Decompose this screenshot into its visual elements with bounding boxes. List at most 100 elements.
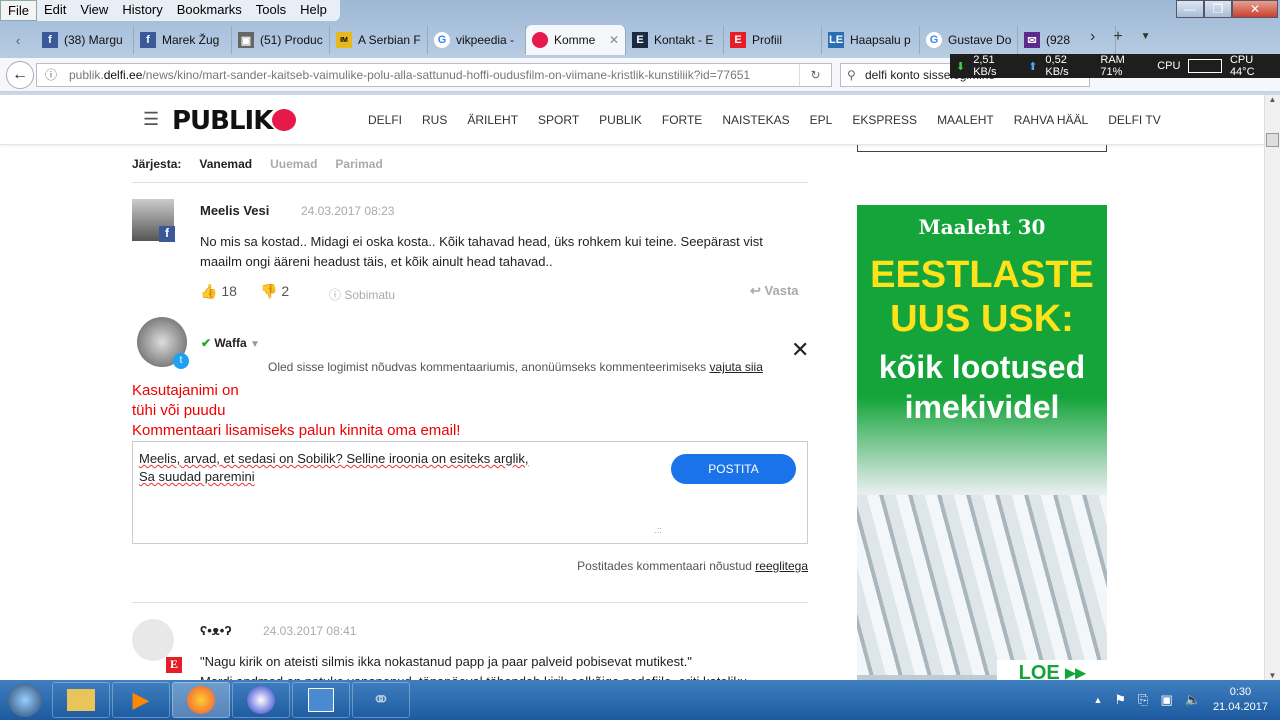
thumbs-up-icon: 👍 bbox=[200, 283, 218, 299]
tab-1[interactable]: f Marek Žug bbox=[134, 26, 232, 54]
nav-item[interactable]: DELFI TV bbox=[1108, 113, 1160, 127]
tab-4[interactable]: Gvikpeedia - bbox=[428, 26, 526, 54]
comment-line: Mardi andmed on natuke vananenud, tänapä… bbox=[200, 672, 747, 680]
dislike-button[interactable]: 👎 2 bbox=[260, 283, 289, 300]
start-button[interactable] bbox=[0, 680, 50, 720]
nav-item[interactable]: EKSPRESS bbox=[852, 113, 917, 127]
info-icon[interactable]: ⓘ bbox=[45, 64, 57, 86]
nav-item[interactable]: EPL bbox=[810, 113, 833, 127]
usb-icon[interactable]: ⎘ bbox=[1138, 692, 1148, 708]
menu-view[interactable]: View bbox=[73, 0, 115, 21]
publik-logo[interactable]: PUBLIK bbox=[172, 106, 297, 136]
upload-speed: 0,52 KB/s bbox=[1045, 54, 1069, 78]
menu-file[interactable]: File bbox=[0, 0, 37, 21]
reply-button[interactable]: ↩ Vasta bbox=[750, 283, 799, 299]
nav-item[interactable]: SPORT bbox=[538, 113, 579, 127]
web-page: ☰ PUBLIK DELFI RUS ÄRILEHT SPORT PUBLIK FORTE… bbox=[0, 95, 1264, 680]
nav-item[interactable]: FORTE bbox=[662, 113, 702, 127]
nav-item[interactable]: ÄRILEHT bbox=[467, 113, 518, 127]
new-tab-icon[interactable]: + bbox=[1113, 28, 1122, 46]
sort-oldest[interactable]: Vanemad bbox=[199, 157, 252, 171]
tab-7[interactable]: E Profiil bbox=[724, 26, 822, 54]
taskbar-media-player[interactable]: ▶ bbox=[112, 682, 170, 718]
taskbar-explorer[interactable] bbox=[52, 682, 110, 718]
report-button[interactable]: ⓘ Sobimatu bbox=[329, 286, 395, 303]
ad-cta[interactable]: LOE ▸▸ bbox=[997, 660, 1107, 680]
comment-author[interactable]: Meelis Vesi bbox=[200, 203, 269, 218]
network-tray-icon[interactable]: ▣ bbox=[1160, 692, 1172, 708]
reply-label: Vasta bbox=[764, 283, 799, 298]
scroll-up-icon[interactable]: ▲ bbox=[1265, 95, 1280, 111]
taskbar-network[interactable]: ⚭ bbox=[352, 682, 410, 718]
scroll-thumb[interactable] bbox=[1266, 133, 1279, 147]
scroll-down-icon[interactable]: ▼ bbox=[1265, 671, 1280, 680]
taskbar-browser2[interactable] bbox=[232, 682, 290, 718]
tab-strip: ‹ f (38) Margu f Marek Žug ▣ (51) Produc IM A S… bbox=[0, 25, 1160, 55]
rules-text: Postitades kommentaari nõustud bbox=[577, 559, 752, 573]
close-tab-icon[interactable]: ✕ bbox=[609, 33, 619, 47]
search-icon: ⚲ bbox=[847, 68, 856, 82]
menu-edit[interactable]: Edit bbox=[37, 0, 73, 21]
crystal-image bbox=[857, 495, 1107, 675]
like-button[interactable]: 👍 18 bbox=[200, 283, 237, 300]
sort-best[interactable]: Parimad bbox=[335, 157, 382, 171]
nav-item[interactable]: DELFI bbox=[368, 113, 402, 127]
tab-scroll-right-icon[interactable]: › bbox=[1090, 28, 1095, 46]
login-link[interactable]: vajuta siia bbox=[710, 360, 763, 374]
clock[interactable]: 0:30 21.04.2017 bbox=[1213, 685, 1268, 715]
reload-icon[interactable]: ↻ bbox=[799, 64, 831, 86]
vertical-scrollbar[interactable]: ▲ ▼ bbox=[1264, 95, 1280, 680]
url-domain: delfi.ee bbox=[103, 68, 143, 82]
comment-text: "Nagu kirik on ateisti silmis ikka nokas… bbox=[200, 652, 747, 680]
nav-item[interactable]: PUBLIK bbox=[599, 113, 642, 127]
flag-icon[interactable]: ⚑ bbox=[1114, 692, 1126, 708]
menu-help[interactable]: Help bbox=[293, 0, 334, 21]
tab-actions: › + ▼ bbox=[1090, 28, 1151, 46]
menu-tools[interactable]: Tools bbox=[249, 0, 293, 21]
url-bar[interactable]: ⓘ publik.delfi.ee/news/kino/mart-sander-… bbox=[36, 63, 832, 87]
delfi-icon bbox=[532, 32, 548, 48]
tab-2[interactable]: ▣ (51) Produc bbox=[232, 26, 330, 54]
reply-icon: ↩ bbox=[750, 283, 761, 298]
tab-3[interactable]: IM A Serbian F bbox=[330, 26, 428, 54]
hamburger-menu-icon[interactable]: ☰ bbox=[143, 109, 159, 130]
rules-link[interactable]: reeglitega bbox=[755, 559, 808, 573]
tab-6[interactable]: E Kontakt - E bbox=[626, 26, 724, 54]
tab-label: Kontakt - E bbox=[654, 33, 714, 47]
advertisement[interactable]: Maaleht 30 EESTLASTE UUS USK: kõik lootu… bbox=[857, 205, 1107, 680]
tab-scroll-left-icon[interactable]: ‹ bbox=[0, 33, 36, 48]
resize-handle-icon[interactable]: .:: bbox=[654, 521, 662, 539]
tab-0[interactable]: f (38) Margu bbox=[36, 26, 134, 54]
tab-8[interactable]: LE Haapsalu p bbox=[822, 26, 920, 54]
taskbar-firefox[interactable] bbox=[172, 682, 230, 718]
google-icon: G bbox=[434, 32, 450, 48]
back-button[interactable]: ← bbox=[6, 61, 34, 89]
folder-icon bbox=[67, 689, 95, 711]
nav-item[interactable]: RAHVA HÄÄL bbox=[1014, 113, 1088, 127]
tab-5[interactable]: Komme ✕ bbox=[526, 25, 626, 55]
volume-icon[interactable]: 🔈 bbox=[1185, 692, 1201, 708]
comment-author[interactable]: ʕ•ᴥ•ʔ bbox=[200, 623, 232, 638]
download-speed: 2,51 KB/s bbox=[973, 54, 997, 78]
nav-item[interactable]: MAALEHT bbox=[937, 113, 994, 127]
url-prefix: publik. bbox=[69, 68, 104, 82]
menu-history[interactable]: History bbox=[115, 0, 169, 21]
user-selector[interactable]: ✔ Waffa ▼ bbox=[201, 336, 260, 350]
taskbar-control-panel[interactable] bbox=[292, 682, 350, 718]
tab-list-icon[interactable]: ▼ bbox=[1141, 28, 1151, 46]
tab-label: (51) Produc bbox=[260, 33, 323, 47]
nav-item[interactable]: NAISTEKAS bbox=[722, 113, 789, 127]
thumbs-down-icon: 👎 bbox=[260, 283, 278, 299]
close-icon[interactable]: ✕ bbox=[791, 339, 809, 361]
tray-expand-icon[interactable]: ▲ bbox=[1093, 695, 1102, 705]
nav-item[interactable]: RUS bbox=[422, 113, 447, 127]
sort-newest[interactable]: Uuemad bbox=[270, 157, 317, 171]
ad-subline: kõik lootused bbox=[878, 349, 1086, 385]
close-window-button[interactable]: ✕ bbox=[1232, 0, 1278, 18]
post-button[interactable]: POSTITA bbox=[671, 454, 796, 484]
restore-button[interactable]: ❐ bbox=[1204, 0, 1232, 18]
tab-9[interactable]: G Gustave Do bbox=[920, 26, 1018, 54]
menu-bookmarks[interactable]: Bookmarks bbox=[170, 0, 249, 21]
tab-label: Komme bbox=[554, 33, 596, 47]
minimize-button[interactable]: — bbox=[1176, 0, 1204, 18]
